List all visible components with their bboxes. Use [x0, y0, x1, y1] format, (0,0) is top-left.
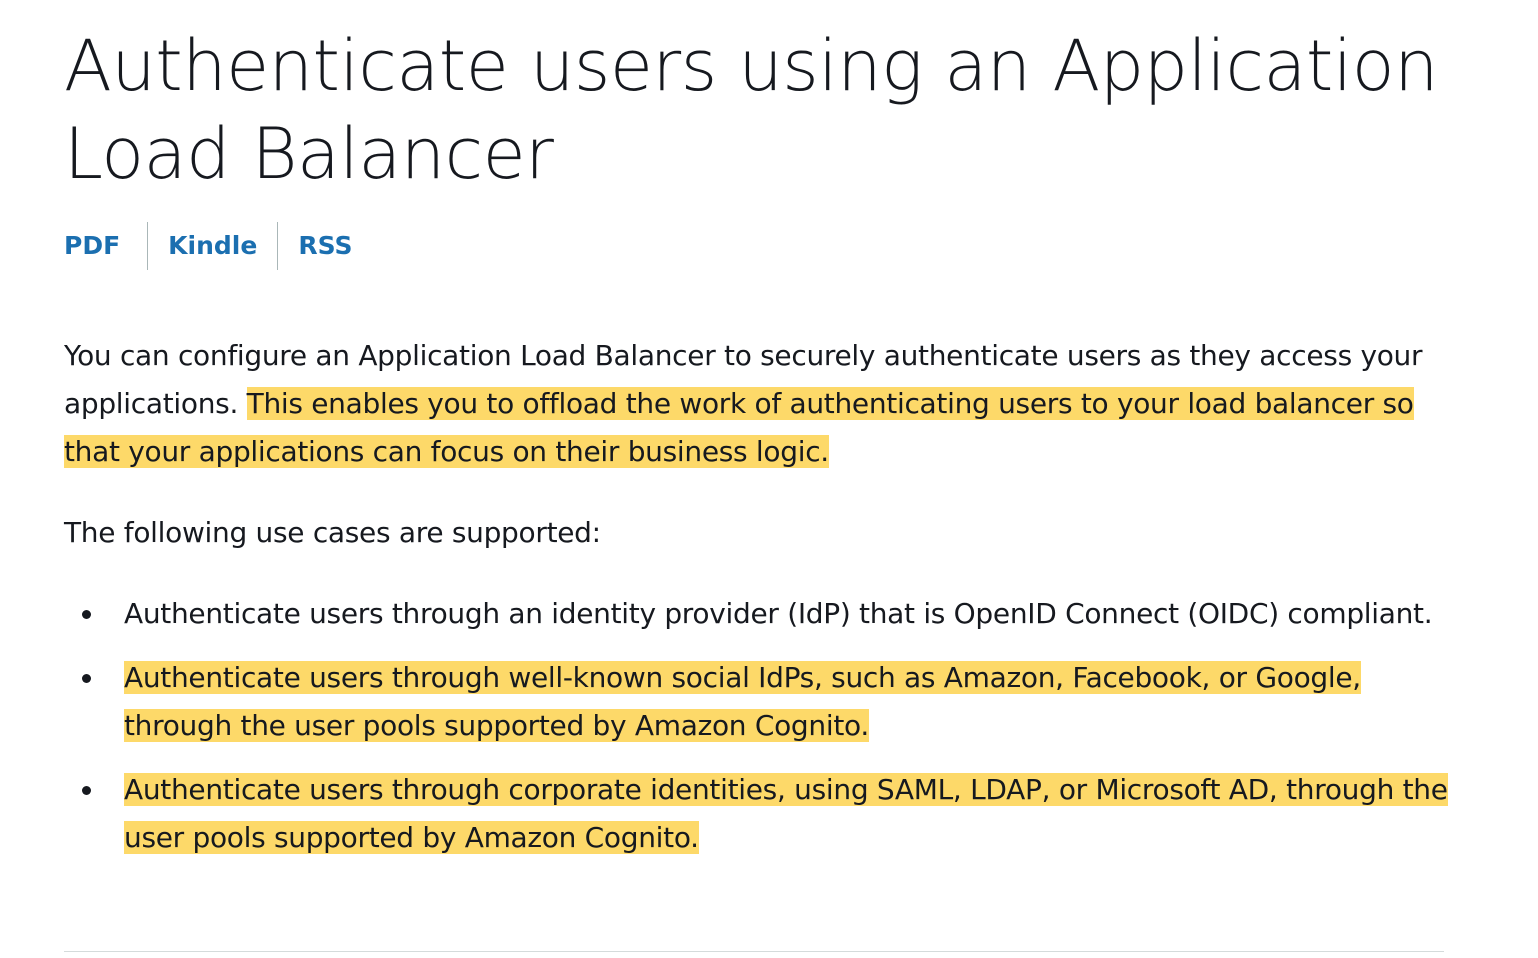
list-item: Authenticate users through an identity p…	[64, 590, 1474, 638]
list-item: Authenticate users through well-known so…	[64, 654, 1474, 750]
section-divider	[64, 951, 1444, 952]
use-case-text: Authenticate users through an identity p…	[124, 597, 1433, 630]
use-case-text: Authenticate users through well-known so…	[124, 661, 1361, 742]
intro-highlighted-text: This enables you to offload the work of …	[64, 387, 1414, 468]
use-cases-lead: The following use cases are supported:	[64, 516, 601, 549]
format-divider	[277, 222, 279, 270]
bullet-icon	[82, 674, 91, 683]
doc-page: Authenticate users using an Application …	[64, 0, 1474, 878]
bullet-icon	[82, 786, 91, 795]
intro-paragraph: You can configure an Application Load Ba…	[64, 332, 1474, 476]
bullet-icon	[82, 610, 91, 619]
page-title: Authenticate users using an Application …	[64, 25, 1438, 195]
pdf-link[interactable]: PDF	[64, 222, 120, 270]
list-item: Authenticate users through corporate ide…	[64, 766, 1474, 862]
rss-link[interactable]: RSS	[298, 222, 352, 270]
kindle-link[interactable]: Kindle	[168, 222, 257, 270]
use-case-list: Authenticate users through an identity p…	[64, 590, 1474, 862]
format-divider	[147, 222, 149, 270]
use-case-text: Authenticate users through corporate ide…	[124, 773, 1448, 854]
format-links: PDF Kindle RSS	[64, 222, 1474, 270]
